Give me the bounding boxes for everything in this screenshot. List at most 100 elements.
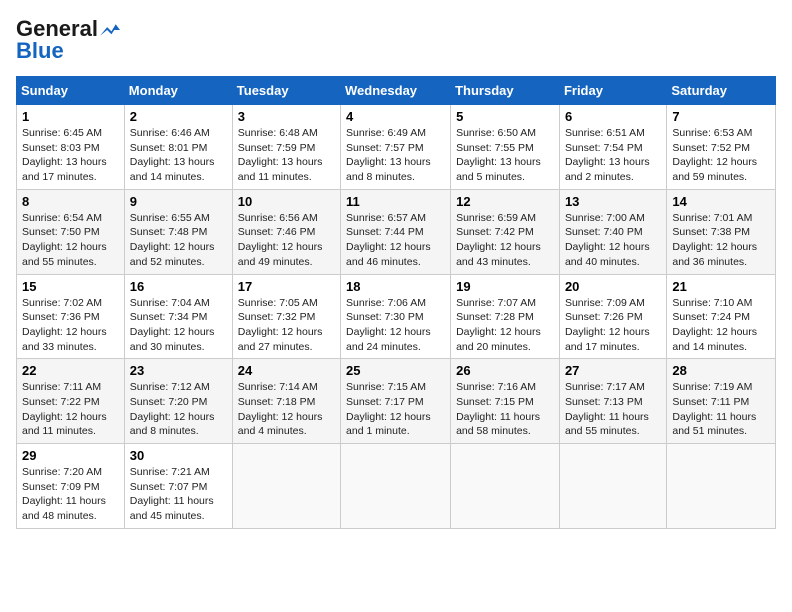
calendar-cell: 18 Sunrise: 7:06 AMSunset: 7:30 PMDayligh… <box>341 274 451 359</box>
calendar-cell: 25 Sunrise: 7:15 AMSunset: 7:17 PMDayligh… <box>341 359 451 444</box>
calendar-cell: 11 Sunrise: 6:57 AMSunset: 7:44 PMDayligh… <box>341 189 451 274</box>
cell-sun-info: Sunrise: 7:11 AMSunset: 7:22 PMDaylight:… <box>22 380 119 439</box>
calendar-week-row: 1Sunrise: 6:45 AMSunset: 8:03 PMDaylight… <box>17 105 776 190</box>
cell-sun-info: Sunrise: 7:12 AMSunset: 7:20 PMDaylight:… <box>130 380 227 439</box>
cell-sun-info: Sunrise: 7:21 AMSunset: 7:07 PMDaylight:… <box>130 465 227 524</box>
calendar-cell: 17 Sunrise: 7:05 AMSunset: 7:32 PMDayligh… <box>232 274 340 359</box>
calendar-cell: 24 Sunrise: 7:14 AMSunset: 7:18 PMDayligh… <box>232 359 340 444</box>
calendar-cell: 23 Sunrise: 7:12 AMSunset: 7:20 PMDayligh… <box>124 359 232 444</box>
day-number: 10 <box>238 194 335 209</box>
day-number: 20 <box>565 279 661 294</box>
cell-sun-info: Sunrise: 6:46 AMSunset: 8:01 PMDaylight:… <box>130 126 227 185</box>
day-number: 4 <box>346 109 445 124</box>
header: General Blue <box>16 16 776 64</box>
calendar-cell: 19 Sunrise: 7:07 AMSunset: 7:28 PMDayligh… <box>451 274 560 359</box>
day-number: 6 <box>565 109 661 124</box>
day-number: 12 <box>456 194 554 209</box>
cell-sun-info: Sunrise: 7:02 AMSunset: 7:36 PMDaylight:… <box>22 296 119 355</box>
calendar-cell: 10 Sunrise: 6:56 AMSunset: 7:46 PMDayligh… <box>232 189 340 274</box>
calendar-cell: 16 Sunrise: 7:04 AMSunset: 7:34 PMDayligh… <box>124 274 232 359</box>
logo-bird-icon <box>100 24 120 36</box>
calendar-cell: 21 Sunrise: 7:10 AMSunset: 7:24 PMDayligh… <box>667 274 776 359</box>
cell-sun-info: Sunrise: 7:01 AMSunset: 7:38 PMDaylight:… <box>672 211 770 270</box>
calendar-cell: 28Sunrise: 7:19 AMSunset: 7:11 PMDayligh… <box>667 359 776 444</box>
day-number: 28 <box>672 363 770 378</box>
day-number: 15 <box>22 279 119 294</box>
calendar-cell: 15 Sunrise: 7:02 AMSunset: 7:36 PMDayligh… <box>17 274 125 359</box>
cell-sun-info: Sunrise: 7:15 AMSunset: 7:17 PMDaylight:… <box>346 380 445 439</box>
calendar-cell <box>341 444 451 529</box>
day-number: 16 <box>130 279 227 294</box>
logo-blue-text: Blue <box>16 38 64 64</box>
calendar-cell: 13Sunrise: 7:00 AMSunset: 7:40 PMDayligh… <box>559 189 666 274</box>
day-number: 25 <box>346 363 445 378</box>
calendar-cell <box>232 444 340 529</box>
calendar-cell: 14 Sunrise: 7:01 AMSunset: 7:38 PMDayligh… <box>667 189 776 274</box>
calendar-week-row: 29 Sunrise: 7:20 AMSunset: 7:09 PMDayligh… <box>17 444 776 529</box>
day-number: 21 <box>672 279 770 294</box>
cell-sun-info: Sunrise: 7:05 AMSunset: 7:32 PMDaylight:… <box>238 296 335 355</box>
day-number: 18 <box>346 279 445 294</box>
calendar-cell <box>451 444 560 529</box>
cell-sun-info: Sunrise: 7:17 AMSunset: 7:13 PMDaylight:… <box>565 380 661 439</box>
calendar-week-row: 22 Sunrise: 7:11 AMSunset: 7:22 PMDayligh… <box>17 359 776 444</box>
calendar-cell <box>559 444 666 529</box>
day-number: 13 <box>565 194 661 209</box>
calendar-cell: 30 Sunrise: 7:21 AMSunset: 7:07 PMDayligh… <box>124 444 232 529</box>
day-number: 3 <box>238 109 335 124</box>
cell-sun-info: Sunrise: 7:20 AMSunset: 7:09 PMDaylight:… <box>22 465 119 524</box>
cell-sun-info: Sunrise: 7:16 AMSunset: 7:15 PMDaylight:… <box>456 380 554 439</box>
day-number: 23 <box>130 363 227 378</box>
calendar-cell: 27 Sunrise: 7:17 AMSunset: 7:13 PMDayligh… <box>559 359 666 444</box>
calendar-cell <box>667 444 776 529</box>
calendar-cell: 1Sunrise: 6:45 AMSunset: 8:03 PMDaylight… <box>17 105 125 190</box>
cell-sun-info: Sunrise: 6:53 AMSunset: 7:52 PMDaylight:… <box>672 126 770 185</box>
day-number: 24 <box>238 363 335 378</box>
calendar-cell: 3 Sunrise: 6:48 AMSunset: 7:59 PMDaylight… <box>232 105 340 190</box>
day-number: 14 <box>672 194 770 209</box>
cell-sun-info: Sunrise: 7:14 AMSunset: 7:18 PMDaylight:… <box>238 380 335 439</box>
day-number: 27 <box>565 363 661 378</box>
cell-sun-info: Sunrise: 7:07 AMSunset: 7:28 PMDaylight:… <box>456 296 554 355</box>
cell-sun-info: Sunrise: 6:56 AMSunset: 7:46 PMDaylight:… <box>238 211 335 270</box>
day-number: 30 <box>130 448 227 463</box>
calendar-week-row: 8 Sunrise: 6:54 AMSunset: 7:50 PMDaylight… <box>17 189 776 274</box>
cell-sun-info: Sunrise: 6:45 AMSunset: 8:03 PMDaylight:… <box>22 126 119 185</box>
cell-sun-info: Sunrise: 7:09 AMSunset: 7:26 PMDaylight:… <box>565 296 661 355</box>
calendar-header-row: SundayMondayTuesdayWednesdayThursdayFrid… <box>17 77 776 105</box>
logo: General Blue <box>16 16 120 64</box>
day-number: 26 <box>456 363 554 378</box>
day-number: 19 <box>456 279 554 294</box>
cell-sun-info: Sunrise: 6:59 AMSunset: 7:42 PMDaylight:… <box>456 211 554 270</box>
day-number: 8 <box>22 194 119 209</box>
weekday-header-wednesday: Wednesday <box>341 77 451 105</box>
cell-sun-info: Sunrise: 6:55 AMSunset: 7:48 PMDaylight:… <box>130 211 227 270</box>
day-number: 22 <box>22 363 119 378</box>
cell-sun-info: Sunrise: 6:54 AMSunset: 7:50 PMDaylight:… <box>22 211 119 270</box>
day-number: 2 <box>130 109 227 124</box>
calendar-cell: 26 Sunrise: 7:16 AMSunset: 7:15 PMDayligh… <box>451 359 560 444</box>
calendar-week-row: 15 Sunrise: 7:02 AMSunset: 7:36 PMDayligh… <box>17 274 776 359</box>
weekday-header-saturday: Saturday <box>667 77 776 105</box>
day-number: 29 <box>22 448 119 463</box>
calendar-cell: 6Sunrise: 6:51 AMSunset: 7:54 PMDaylight… <box>559 105 666 190</box>
calendar-cell: 7 Sunrise: 6:53 AMSunset: 7:52 PMDaylight… <box>667 105 776 190</box>
cell-sun-info: Sunrise: 7:04 AMSunset: 7:34 PMDaylight:… <box>130 296 227 355</box>
calendar-cell: 4Sunrise: 6:49 AMSunset: 7:57 PMDaylight… <box>341 105 451 190</box>
cell-sun-info: Sunrise: 6:48 AMSunset: 7:59 PMDaylight:… <box>238 126 335 185</box>
weekday-header-friday: Friday <box>559 77 666 105</box>
calendar-cell: 12 Sunrise: 6:59 AMSunset: 7:42 PMDayligh… <box>451 189 560 274</box>
cell-sun-info: Sunrise: 6:50 AMSunset: 7:55 PMDaylight:… <box>456 126 554 185</box>
day-number: 17 <box>238 279 335 294</box>
weekday-header-thursday: Thursday <box>451 77 560 105</box>
cell-sun-info: Sunrise: 6:57 AMSunset: 7:44 PMDaylight:… <box>346 211 445 270</box>
calendar-cell: 8 Sunrise: 6:54 AMSunset: 7:50 PMDaylight… <box>17 189 125 274</box>
cell-sun-info: Sunrise: 7:06 AMSunset: 7:30 PMDaylight:… <box>346 296 445 355</box>
day-number: 5 <box>456 109 554 124</box>
calendar-cell: 2 Sunrise: 6:46 AMSunset: 8:01 PMDaylight… <box>124 105 232 190</box>
calendar-cell: 9Sunrise: 6:55 AMSunset: 7:48 PMDaylight… <box>124 189 232 274</box>
calendar-cell: 29 Sunrise: 7:20 AMSunset: 7:09 PMDayligh… <box>17 444 125 529</box>
day-number: 7 <box>672 109 770 124</box>
day-number: 11 <box>346 194 445 209</box>
cell-sun-info: Sunrise: 7:10 AMSunset: 7:24 PMDaylight:… <box>672 296 770 355</box>
